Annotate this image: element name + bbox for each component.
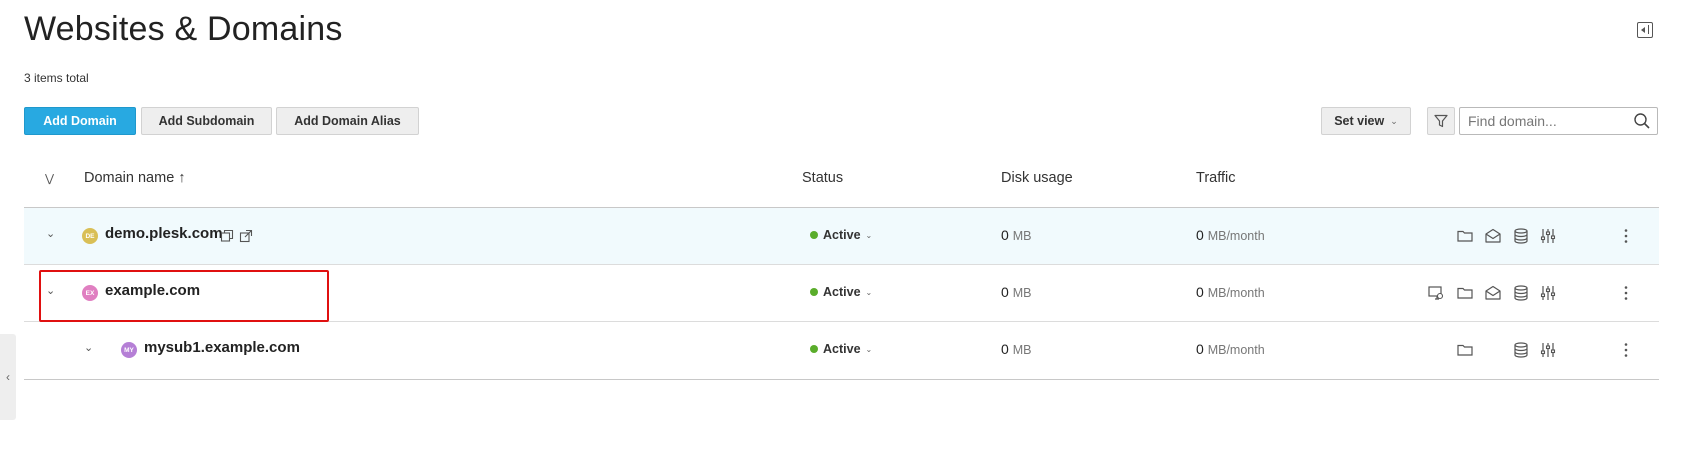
folder-icon[interactable] [1456, 284, 1474, 302]
disk-unit: MB [1012, 286, 1032, 300]
domain-name-link[interactable]: demo.plesk.com [105, 225, 223, 242]
status-label: Active [823, 342, 861, 356]
expand-all-icon[interactable]: ⋁︎ [45, 172, 54, 185]
disk-value: 0 [1001, 284, 1009, 300]
disk-value: 0 [1001, 227, 1009, 243]
status-dropdown[interactable]: Active ⌄ [810, 285, 872, 299]
domain-name-link[interactable]: mysub1.example.com [144, 339, 300, 356]
status-dot [810, 288, 818, 296]
site-favicon: MY [121, 342, 137, 358]
settings-sliders-icon[interactable] [1539, 284, 1557, 302]
settings-sliders-icon[interactable] [1539, 341, 1557, 359]
traffic-unit: MB/month [1207, 343, 1265, 357]
database-icon[interactable] [1512, 341, 1530, 359]
settings-sliders-icon[interactable] [1539, 227, 1557, 245]
chevron-down-icon[interactable]: ⌄ [84, 341, 93, 354]
filter-button[interactable] [1427, 107, 1455, 135]
search-box [1459, 107, 1658, 135]
table-row[interactable]: ⌄ DE demo.plesk.com Active ⌄ 0 MB 0 MB/m… [24, 208, 1659, 265]
mail-icon[interactable] [1484, 284, 1502, 302]
sidebar-expand-tab[interactable]: ‹ [0, 334, 16, 420]
traffic-value: 0 [1196, 341, 1204, 357]
disk-value: 0 [1001, 341, 1009, 357]
chevron-down-icon: ⌄ [865, 344, 873, 354]
folder-icon[interactable] [1456, 341, 1474, 359]
site-favicon: DE [82, 228, 98, 244]
status-dropdown[interactable]: Active ⌄ [810, 228, 872, 242]
more-icon[interactable] [1624, 228, 1628, 244]
mail-icon[interactable] [1484, 227, 1502, 245]
traffic-usage: 0 MB/month [1196, 227, 1265, 243]
chevron-down-icon: ⌄ [865, 287, 873, 297]
search-input[interactable] [1468, 111, 1628, 131]
disk-usage: 0 MB [1001, 341, 1031, 357]
page-title: Websites & Domains [24, 10, 343, 48]
add-domain-button[interactable]: Add Domain [24, 107, 136, 135]
more-icon[interactable] [1624, 285, 1628, 301]
preview-icon[interactable] [1427, 284, 1445, 302]
more-icon[interactable] [1624, 342, 1628, 358]
open-external-icon[interactable] [239, 229, 253, 243]
chevron-left-icon: ‹ [6, 370, 10, 384]
chevron-down-icon: ⌄ [865, 230, 873, 240]
chevron-down-icon: ⌄ [1390, 115, 1398, 126]
traffic-value: 0 [1196, 227, 1204, 243]
status-dot [810, 231, 818, 239]
copy-icon[interactable] [220, 229, 234, 243]
column-disk-usage[interactable]: Disk usage [1001, 170, 1073, 186]
disk-unit: MB [1012, 229, 1032, 243]
status-dot [810, 345, 818, 353]
traffic-unit: MB/month [1207, 229, 1265, 243]
set-view-label: Set view [1334, 114, 1385, 128]
column-domain-name[interactable]: Domain name ↑ [84, 170, 186, 186]
table-row[interactable]: ⌄ MY mysub1.example.com Active ⌄ 0 MB 0 … [24, 322, 1659, 380]
database-icon[interactable] [1512, 284, 1530, 302]
status-dropdown[interactable]: Active ⌄ [810, 342, 872, 356]
status-label: Active [823, 228, 861, 242]
highlight-box [39, 270, 329, 322]
disk-unit: MB [1012, 343, 1032, 357]
disk-usage: 0 MB [1001, 284, 1031, 300]
set-view-button[interactable]: Set view ⌄ [1321, 107, 1411, 135]
search-icon[interactable] [1633, 112, 1651, 130]
column-traffic[interactable]: Traffic [1196, 170, 1235, 186]
database-icon[interactable] [1512, 227, 1530, 245]
traffic-usage: 0 MB/month [1196, 341, 1265, 357]
traffic-unit: MB/month [1207, 286, 1265, 300]
traffic-value: 0 [1196, 284, 1204, 300]
add-subdomain-button[interactable]: Add Subdomain [141, 107, 272, 135]
disk-usage: 0 MB [1001, 227, 1031, 243]
status-label: Active [823, 285, 861, 299]
items-total: 3 items total [24, 71, 89, 85]
panel-toggle-icon[interactable] [1637, 22, 1653, 38]
traffic-usage: 0 MB/month [1196, 284, 1265, 300]
add-domain-alias-button[interactable]: Add Domain Alias [276, 107, 419, 135]
column-status[interactable]: Status [802, 170, 843, 186]
folder-icon[interactable] [1456, 227, 1474, 245]
table-header: ⋁︎ Domain name ↑ Status Disk usage Traff… [24, 160, 1659, 208]
chevron-down-icon[interactable]: ⌄ [46, 227, 55, 240]
filter-icon [1434, 114, 1448, 128]
